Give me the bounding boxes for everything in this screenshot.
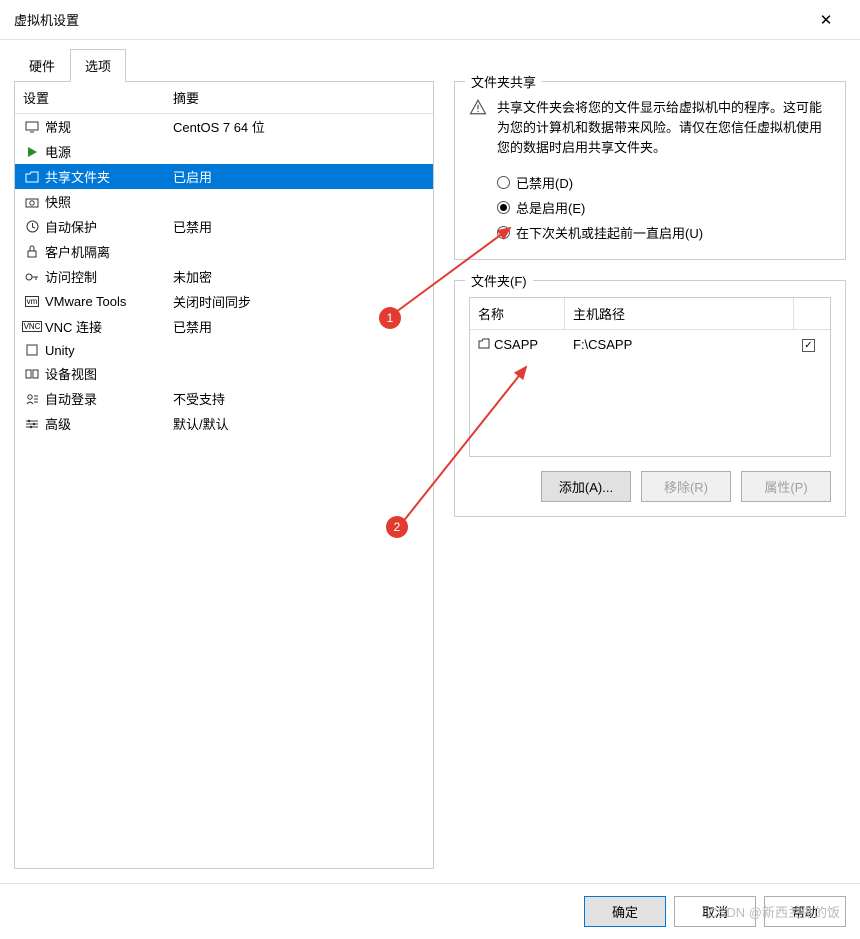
content-area: 设置 摘要 常规CentOS 7 64 位电源共享文件夹已启用快照自动保护已禁用… xyxy=(0,81,860,883)
radio-until-next[interactable]: 在下次关机或挂起前一直启用(U) xyxy=(497,220,831,245)
list-item-label: 共享文件夹 xyxy=(45,167,173,186)
list-item-label: Unity xyxy=(45,343,173,358)
folder-icon xyxy=(23,169,41,185)
list-item-label: 自动登录 xyxy=(45,389,173,408)
list-item-label: 设备视图 xyxy=(45,364,173,383)
settings-list-item[interactable]: 自动登录不受支持 xyxy=(15,386,433,411)
col-header-summary: 摘要 xyxy=(173,88,425,107)
lock-icon xyxy=(23,244,41,260)
list-item-summary: 已禁用 xyxy=(173,217,425,236)
folders-groupbox: 文件夹(F) 名称 主机路径 CSAPPF:\CSAPP✓ 添加(A)... 移… xyxy=(454,280,846,517)
list-item-summary: 已启用 xyxy=(173,167,425,186)
settings-list-item[interactable]: 客户机隔离 xyxy=(15,239,433,264)
folder-icon xyxy=(478,337,490,352)
annotation-badge-1: 1 xyxy=(379,307,401,329)
radio-icon xyxy=(497,201,510,214)
folder-table-header: 名称 主机路径 xyxy=(470,298,830,330)
right-panel: 文件夹共享 共享文件夹会将您的文件显示给虚拟机中的程序。这可能为您的计算机和数据… xyxy=(454,81,846,869)
folder-row-name: CSAPP xyxy=(470,335,565,354)
list-item-label: 自动保护 xyxy=(45,217,173,236)
adv-icon xyxy=(23,416,41,432)
list-item-summary: 不受支持 xyxy=(173,389,425,408)
settings-list-item[interactable]: 共享文件夹已启用 xyxy=(15,164,433,189)
warning-row: 共享文件夹会将您的文件显示给虚拟机中的程序。这可能为您的计算机和数据带来风险。请… xyxy=(469,98,831,158)
settings-list-panel: 设置 摘要 常规CentOS 7 64 位电源共享文件夹已启用快照自动保护已禁用… xyxy=(14,81,434,869)
warning-icon xyxy=(469,98,487,158)
radio-always-enabled[interactable]: 总是启用(E) xyxy=(497,195,831,220)
radio-label: 在下次关机或挂起前一直启用(U) xyxy=(516,223,703,242)
settings-list-item[interactable]: 快照 xyxy=(15,189,433,214)
folder-table-body: CSAPPF:\CSAPP✓ xyxy=(470,330,830,358)
sharing-radio-group: 已禁用(D) 总是启用(E) 在下次关机或挂起前一直启用(U) xyxy=(497,170,831,245)
list-item-label: 快照 xyxy=(45,192,173,211)
folder-buttons: 添加(A)... 移除(R) 属性(P) xyxy=(469,471,831,502)
settings-list: 常规CentOS 7 64 位电源共享文件夹已启用快照自动保护已禁用客户机隔离访… xyxy=(15,114,433,868)
watermark: CSDN @新西兰做的饭 xyxy=(708,902,840,921)
radio-label: 已禁用(D) xyxy=(516,173,573,192)
vm-settings-window: 虚拟机设置 ✕ 硬件 选项 设置 摘要 常规CentOS 7 64 位电源共享文… xyxy=(0,0,860,939)
clock-icon xyxy=(23,219,41,235)
folders-group-title: 文件夹(F) xyxy=(465,271,533,290)
warning-text: 共享文件夹会将您的文件显示给虚拟机中的程序。这可能为您的计算机和数据带来风险。请… xyxy=(497,98,831,158)
radio-label: 总是启用(E) xyxy=(516,198,585,217)
radio-disabled[interactable]: 已禁用(D) xyxy=(497,170,831,195)
settings-list-item[interactable]: 高级默认/默认 xyxy=(15,411,433,436)
camera-icon xyxy=(23,194,41,210)
col-header-name: 名称 xyxy=(470,298,565,329)
folder-properties-button[interactable]: 属性(P) xyxy=(741,471,831,502)
list-item-label: 常规 xyxy=(45,117,173,136)
titlebar: 虚拟机设置 ✕ xyxy=(0,0,860,40)
list-item-label: VMware Tools xyxy=(45,294,173,309)
radio-icon xyxy=(497,176,510,189)
annotation-badge-2: 2 xyxy=(386,516,408,538)
list-item-label: VNC 连接 xyxy=(45,317,173,336)
folder-row-checkbox[interactable]: ✓ xyxy=(794,334,830,354)
settings-list-item[interactable]: 访问控制未加密 xyxy=(15,264,433,289)
settings-list-item[interactable]: Unity xyxy=(15,339,433,361)
settings-list-item[interactable]: 设备视图 xyxy=(15,361,433,386)
list-item-label: 电源 xyxy=(45,142,173,161)
vm-icon: vm xyxy=(23,294,41,310)
list-item-label: 高级 xyxy=(45,414,173,433)
settings-list-item[interactable]: 自动保护已禁用 xyxy=(15,214,433,239)
play-icon xyxy=(23,144,41,160)
tab-hardware[interactable]: 硬件 xyxy=(14,49,70,82)
folder-table: 名称 主机路径 CSAPPF:\CSAPP✓ xyxy=(469,297,831,457)
settings-list-item[interactable]: VNCVNC 连接已禁用 xyxy=(15,314,433,339)
col-header-hostpath: 主机路径 xyxy=(565,298,794,329)
unity-icon xyxy=(23,342,41,358)
window-title: 虚拟机设置 xyxy=(14,10,806,29)
login-icon xyxy=(23,391,41,407)
list-item-label: 客户机隔离 xyxy=(45,242,173,261)
sharing-groupbox: 文件夹共享 共享文件夹会将您的文件显示给虚拟机中的程序。这可能为您的计算机和数据… xyxy=(454,81,846,260)
add-folder-button[interactable]: 添加(A)... xyxy=(541,471,631,502)
settings-list-item[interactable]: 常规CentOS 7 64 位 xyxy=(15,114,433,139)
folder-row-path: F:\CSAPP xyxy=(565,335,794,354)
list-item-summary: CentOS 7 64 位 xyxy=(173,117,425,136)
device-icon xyxy=(23,366,41,382)
settings-list-item[interactable]: vmVMware Tools关闭时间同步 xyxy=(15,289,433,314)
close-icon[interactable]: ✕ xyxy=(806,11,846,29)
folder-table-row[interactable]: CSAPPF:\CSAPP✓ xyxy=(470,330,830,358)
key-icon xyxy=(23,269,41,285)
list-item-summary: 默认/默认 xyxy=(173,414,425,433)
tab-options[interactable]: 选项 xyxy=(70,49,126,82)
list-item-summary: 未加密 xyxy=(173,267,425,286)
tab-strip: 硬件 选项 xyxy=(0,40,860,81)
sharing-group-title: 文件夹共享 xyxy=(465,72,542,91)
col-header-setting: 设置 xyxy=(23,88,173,107)
monitor-icon xyxy=(23,119,41,135)
list-header: 设置 摘要 xyxy=(15,82,433,114)
col-header-check xyxy=(794,298,830,329)
radio-icon xyxy=(497,226,510,239)
ok-button[interactable]: 确定 xyxy=(584,896,666,927)
vnc-icon: VNC xyxy=(23,319,41,335)
settings-list-item[interactable]: 电源 xyxy=(15,139,433,164)
remove-folder-button[interactable]: 移除(R) xyxy=(641,471,731,502)
list-item-label: 访问控制 xyxy=(45,267,173,286)
